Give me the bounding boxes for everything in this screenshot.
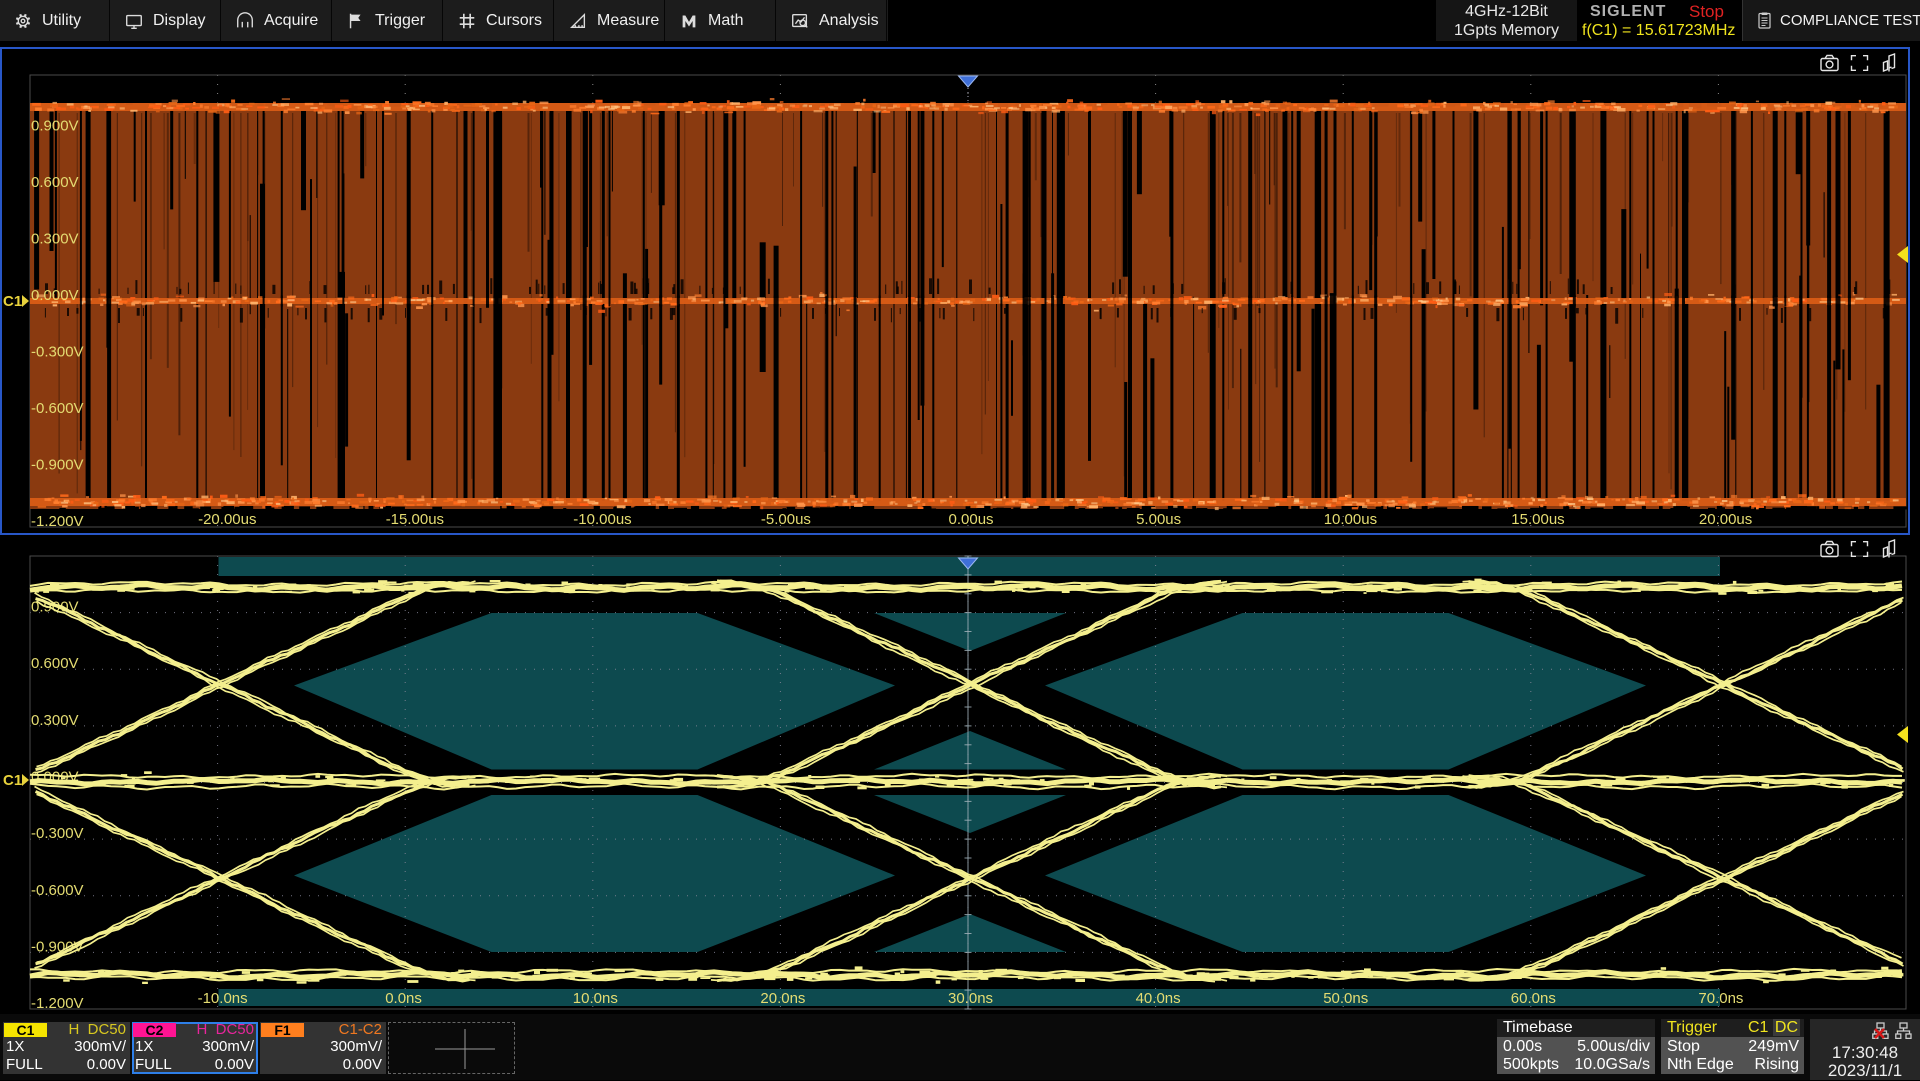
- svg-text:-0.600V: -0.600V: [31, 882, 84, 899]
- svg-text:50.0ns: 50.0ns: [1323, 990, 1368, 1007]
- svg-text:10.00us: 10.00us: [1324, 511, 1377, 528]
- svg-text:15.00us: 15.00us: [1511, 511, 1564, 528]
- svg-text:20.00us: 20.00us: [1699, 511, 1752, 528]
- svg-text:60.0ns: 60.0ns: [1511, 990, 1556, 1007]
- svg-text:-5.00us: -5.00us: [761, 511, 811, 528]
- svg-text:-1.200V: -1.200V: [31, 513, 84, 530]
- svg-text:0.300V: 0.300V: [31, 712, 79, 729]
- svg-text:-1.200V: -1.200V: [31, 995, 84, 1012]
- svg-text:0.900V: 0.900V: [31, 118, 79, 135]
- svg-text:C1: C1: [3, 293, 22, 310]
- svg-text:30.0ns: 30.0ns: [948, 990, 993, 1007]
- svg-text:0.300V: 0.300V: [31, 231, 79, 248]
- svg-text:0.00us: 0.00us: [949, 511, 994, 528]
- svg-text:-20.00us: -20.00us: [198, 511, 256, 528]
- svg-text:40.0ns: 40.0ns: [1136, 990, 1181, 1007]
- svg-text:5.00us: 5.00us: [1136, 511, 1181, 528]
- svg-text:70.0ns: 70.0ns: [1698, 990, 1743, 1007]
- svg-text:C1: C1: [3, 772, 22, 789]
- svg-text:0.0ns: 0.0ns: [385, 990, 422, 1007]
- svg-text:-0.900V: -0.900V: [31, 457, 84, 474]
- svg-text:0.600V: 0.600V: [31, 174, 79, 191]
- svg-text:10.0ns: 10.0ns: [573, 990, 618, 1007]
- svg-text:-15.00us: -15.00us: [386, 511, 444, 528]
- svg-text:20.0ns: 20.0ns: [760, 990, 805, 1007]
- svg-text:-0.600V: -0.600V: [31, 400, 84, 417]
- svg-text:-10.00us: -10.00us: [573, 511, 631, 528]
- svg-text:0.600V: 0.600V: [31, 655, 79, 672]
- svg-text:0.000V: 0.000V: [31, 287, 79, 304]
- svg-text:-10.0ns: -10.0ns: [198, 990, 248, 1007]
- svg-text:-0.300V: -0.300V: [31, 344, 84, 361]
- svg-text:-0.300V: -0.300V: [31, 825, 84, 842]
